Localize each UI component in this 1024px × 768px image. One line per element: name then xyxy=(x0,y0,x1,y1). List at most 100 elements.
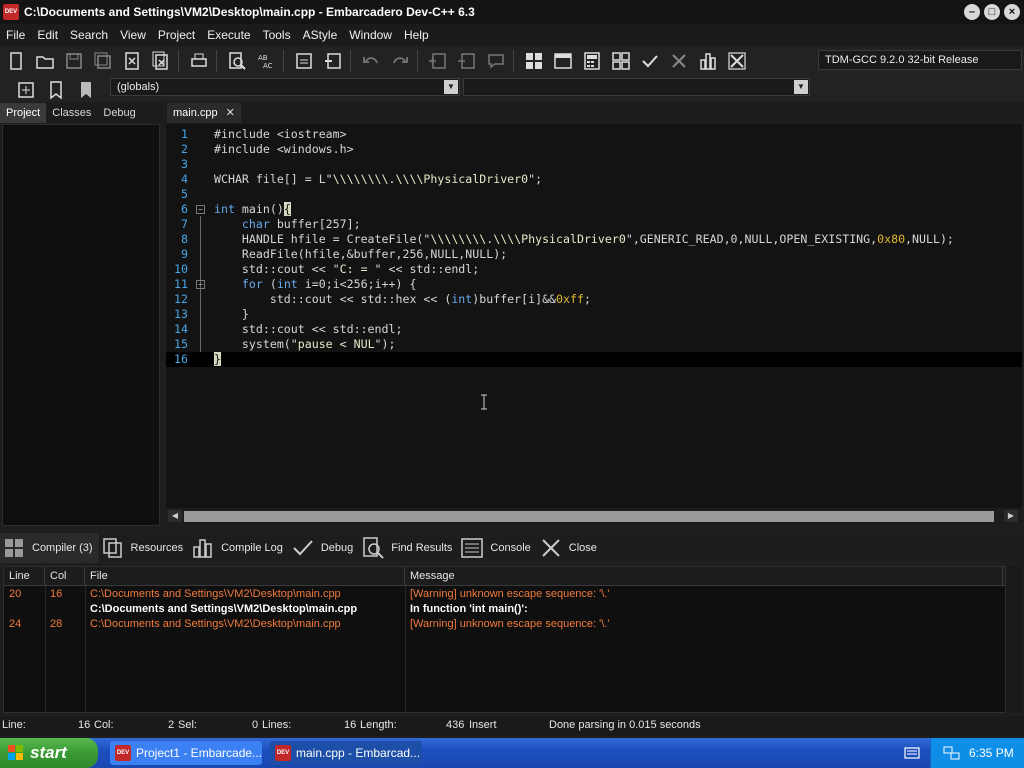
maximize-button[interactable]: □ xyxy=(984,4,1000,20)
tab-project[interactable]: Project xyxy=(0,103,47,123)
fold-toggle[interactable]: − xyxy=(196,280,205,289)
tab-debug[interactable]: Debug xyxy=(97,103,141,123)
tab-find-results[interactable]: Find Results xyxy=(359,533,458,563)
column-header-col[interactable]: Col xyxy=(45,567,85,586)
column-header-message[interactable]: Message xyxy=(405,567,1003,586)
menu-help[interactable]: Help xyxy=(398,28,435,42)
task-main-cpp[interactable]: DEV main.cpp - Embarcad... xyxy=(270,741,422,765)
grid-icon xyxy=(5,539,23,557)
close-all-icon xyxy=(152,51,168,70)
menu-project[interactable]: Project xyxy=(152,28,201,42)
profile-button[interactable] xyxy=(694,48,721,74)
menu-edit[interactable]: Edit xyxy=(31,28,64,42)
new-file-button[interactable] xyxy=(2,48,29,74)
text-cursor-icon xyxy=(481,394,487,410)
close-icon[interactable]: ✕ xyxy=(226,103,235,123)
devcpp-icon: DEV xyxy=(275,745,291,761)
column-header-line[interactable]: Line xyxy=(4,567,45,586)
status-line-label: Line: xyxy=(2,719,26,731)
network-icon[interactable] xyxy=(943,745,961,761)
scroll-right-icon[interactable]: ▶ xyxy=(1004,510,1018,522)
fold-toggle[interactable]: − xyxy=(196,205,205,214)
tab-console[interactable]: Console xyxy=(458,533,536,563)
column-header-file[interactable]: File xyxy=(85,567,405,586)
menu-bar: File Edit Search View Project Execute To… xyxy=(0,24,1024,46)
vertical-scrollbar[interactable] xyxy=(1006,566,1022,713)
keyboard-icon[interactable] xyxy=(904,746,920,760)
comment-button[interactable] xyxy=(482,48,509,74)
menu-file[interactable]: File xyxy=(0,28,31,42)
menu-astyle[interactable]: AStyle xyxy=(297,28,344,42)
status-sel-value: 0 xyxy=(252,719,259,731)
left-panel-tabs: Project Classes Debug xyxy=(0,103,163,123)
minimize-button[interactable]: – xyxy=(964,4,980,20)
new-project-button[interactable] xyxy=(424,48,451,74)
indent-icon xyxy=(295,53,312,69)
compile-run-button[interactable] xyxy=(578,48,605,74)
project-tree[interactable] xyxy=(2,124,160,526)
compile-button[interactable] xyxy=(520,48,547,74)
remove-file-button[interactable] xyxy=(453,48,480,74)
menu-execute[interactable]: Execute xyxy=(201,28,256,42)
tab-resources[interactable]: Resources xyxy=(99,533,190,563)
svg-text:AC: AC xyxy=(263,62,273,70)
menu-search[interactable]: Search xyxy=(64,28,114,42)
function-select[interactable]: ▼ xyxy=(463,78,810,96)
insert-button[interactable] xyxy=(12,77,39,103)
save-icon xyxy=(65,53,82,69)
task-project1[interactable]: DEV Project1 - Embarcade... xyxy=(110,741,262,765)
copy-icon xyxy=(102,538,122,558)
delete-profile-button[interactable] xyxy=(723,48,750,74)
compiler-select[interactable]: TDM-GCC 9.2.0 32-bit Release xyxy=(818,50,1022,70)
unindent-button[interactable] xyxy=(319,48,346,74)
toggle-bookmark-button[interactable] xyxy=(42,77,69,103)
clock[interactable]: 6:35 PM xyxy=(969,746,1014,760)
scope-select[interactable]: (globals) ▼ xyxy=(110,78,460,96)
menu-tools[interactable]: Tools xyxy=(257,28,297,42)
scroll-thumb[interactable] xyxy=(184,511,994,522)
find-button[interactable] xyxy=(223,48,250,74)
code-editor[interactable]: 1 #include <iostream> 2 #include <windows.… xyxy=(166,124,1022,508)
tab-compiler[interactable]: Compiler (3) xyxy=(0,533,99,563)
save-all-button[interactable] xyxy=(89,48,116,74)
scroll-left-icon[interactable]: ◀ xyxy=(168,510,182,522)
close-file-button[interactable] xyxy=(118,48,145,74)
table-row[interactable]: 24 28 C:\Documents and Settings\VM2\Desk… xyxy=(4,617,1005,632)
syntax-check-button[interactable] xyxy=(636,48,663,74)
menu-window[interactable]: Window xyxy=(343,28,398,42)
stop-execution-button[interactable] xyxy=(665,48,692,74)
table-row[interactable]: 20 16 C:\Documents and Settings\VM2\Desk… xyxy=(4,587,1005,602)
chevron-down-icon[interactable]: ▼ xyxy=(794,80,808,94)
horizontal-scrollbar[interactable]: ◀ ▶ xyxy=(166,508,1022,524)
tab-compile-log[interactable]: Compile Log xyxy=(189,533,289,563)
editor-tabs: main.cpp ✕ xyxy=(165,103,1024,123)
indent-button[interactable] xyxy=(290,48,317,74)
undo-button[interactable] xyxy=(357,48,384,74)
tab-classes[interactable]: Classes xyxy=(46,103,97,123)
run-button[interactable] xyxy=(549,48,576,74)
chevron-down-icon[interactable]: ▼ xyxy=(444,80,458,94)
code-line: 4 WCHAR file[] = L"\\\\\\\\.\\\\PhysicalD… xyxy=(181,172,543,186)
checkmark-icon xyxy=(641,55,658,68)
task-label: main.cpp - Embarcad... xyxy=(296,746,421,760)
goto-bookmark-button[interactable] xyxy=(72,77,99,103)
system-tray: 6:35 PM xyxy=(930,738,1024,768)
menu-view[interactable]: View xyxy=(114,28,152,42)
print-button[interactable] xyxy=(185,48,212,74)
table-row[interactable]: C:\Documents and Settings\VM2\Desktop\ma… xyxy=(4,602,1005,617)
save-button[interactable] xyxy=(60,48,87,74)
close-window-button[interactable]: × xyxy=(1004,4,1020,20)
open-button[interactable] xyxy=(31,48,58,74)
tab-main-cpp[interactable]: main.cpp ✕ xyxy=(167,103,241,123)
redo-button[interactable] xyxy=(386,48,413,74)
tab-close-panel[interactable]: Close xyxy=(537,533,603,563)
code-line: 2 #include <windows.h> xyxy=(181,142,354,156)
code-line: 10 std::cout << "C: = " << std::endl; xyxy=(174,262,480,276)
window-icon xyxy=(553,53,572,69)
tab-debug-bottom[interactable]: Debug xyxy=(289,533,359,563)
code-line-current: 16} xyxy=(166,352,1022,367)
close-all-button[interactable] xyxy=(147,48,174,74)
rebuild-button[interactable] xyxy=(607,48,634,74)
replace-button[interactable]: AB AC xyxy=(252,48,279,74)
start-button[interactable]: start xyxy=(0,738,98,768)
